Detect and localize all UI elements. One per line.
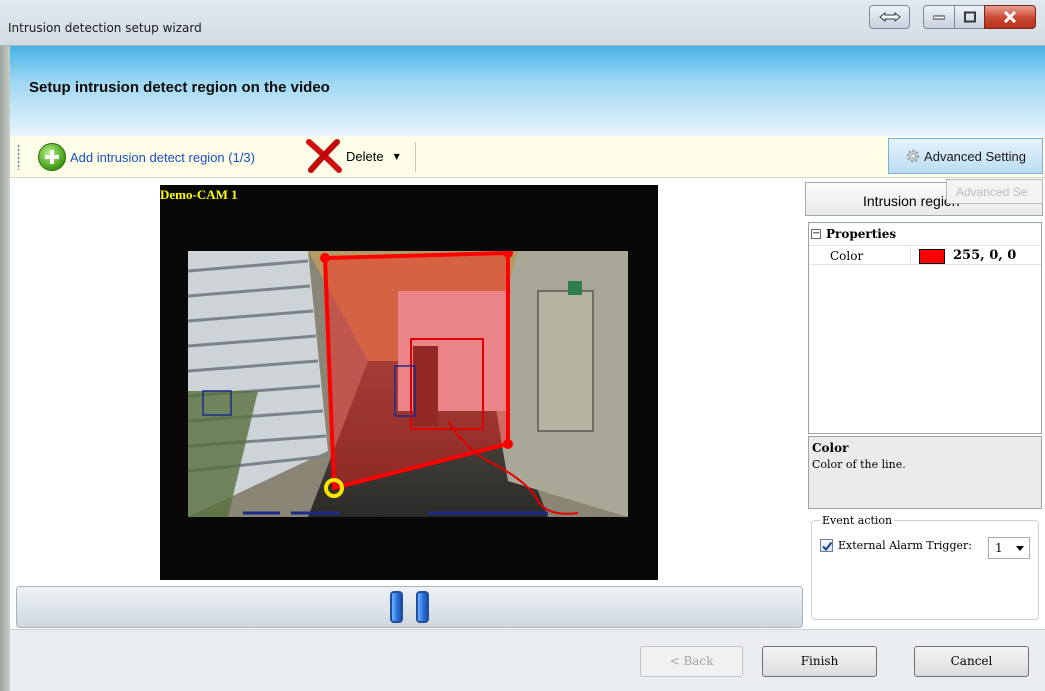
cancel-button[interactable]: Cancel [914,646,1029,677]
video-view[interactable]: Demo-CAM 1 [160,185,658,580]
gear-icon [906,149,920,163]
event-action-legend: Event action [820,514,895,527]
video-frame[interactable] [188,251,628,517]
alarm-trigger-select[interactable]: 1 [988,537,1030,559]
event-action-group: Event action External Alarm Trigger: 1 [811,514,1039,620]
restore-icon [878,12,901,22]
pause-button[interactable] [389,591,431,623]
external-alarm-checkbox[interactable] [820,539,833,552]
restore-button[interactable] [869,5,910,29]
alarm-trigger-value: 1 [995,541,1003,555]
color-swatch[interactable] [919,249,945,264]
finish-button[interactable]: Finish [762,646,877,677]
color-property-value[interactable]: 255, 0, 0 [953,248,1016,263]
color-property-row[interactable]: Color 255, 0, 0 [809,245,1041,265]
property-column-divider [910,246,911,264]
close-icon [1003,11,1017,23]
add-icon [38,143,66,171]
collapse-icon[interactable]: − [811,228,821,239]
advanced-setting-label: Advanced Setting [924,148,1026,164]
external-alarm-row: External Alarm Trigger: [820,539,972,552]
property-description: Color Color of the line. [808,436,1042,509]
delete-button[interactable]: Delete ▼ [306,138,400,174]
camera-label: Demo-CAM 1 [160,187,238,202]
description-title: Color [812,441,849,455]
properties-category[interactable]: − Properties [811,225,896,242]
window-left-edge [0,46,10,691]
pause-icon-bar-right [416,591,429,623]
delete-x-icon [306,139,342,173]
window-title: Intrusion detection setup wizard [8,21,202,35]
delete-label: Delete [346,148,384,164]
properties-category-label: Properties [826,226,897,241]
maximize-icon [963,11,976,23]
property-grid[interactable]: − Properties Color 255, 0, 0 [808,222,1042,434]
close-button[interactable] [984,5,1036,29]
check-icon [822,541,833,552]
advanced-setting-button[interactable]: Advanced Setting [888,138,1043,174]
playback-bar[interactable] [16,586,803,628]
toolbar-separator [415,142,416,172]
maximize-button[interactable] [954,5,985,29]
toolbar-grip[interactable] [17,144,20,170]
title-bar: Intrusion detection setup wizard [0,0,1045,46]
wizard-footer: < Back Finish Cancel [10,629,1045,691]
toolbar: Add intrusion detect region (1/3) Delete… [10,136,1045,178]
color-property-name: Color [830,249,864,263]
page-title: Setup intrusion detect region on the vid… [29,79,330,96]
external-alarm-label: External Alarm Trigger: [838,539,972,552]
advanced-setting-ghost-tooltip: Advanced Se [946,179,1043,204]
dropdown-arrow-icon[interactable]: ▼ [394,152,400,161]
minimize-icon [933,15,945,20]
add-region-button[interactable]: Add intrusion detect region (1/3) [38,142,255,172]
chevron-down-icon [1016,546,1024,551]
description-text: Color of the line. [812,458,906,471]
minimize-button[interactable] [923,5,955,29]
pause-icon-bar-left [390,591,403,623]
wizard-header: Setup intrusion detect region on the vid… [10,46,1045,136]
add-region-label: Add intrusion detect region (1/3) [70,149,255,165]
back-button[interactable]: < Back [640,646,743,677]
